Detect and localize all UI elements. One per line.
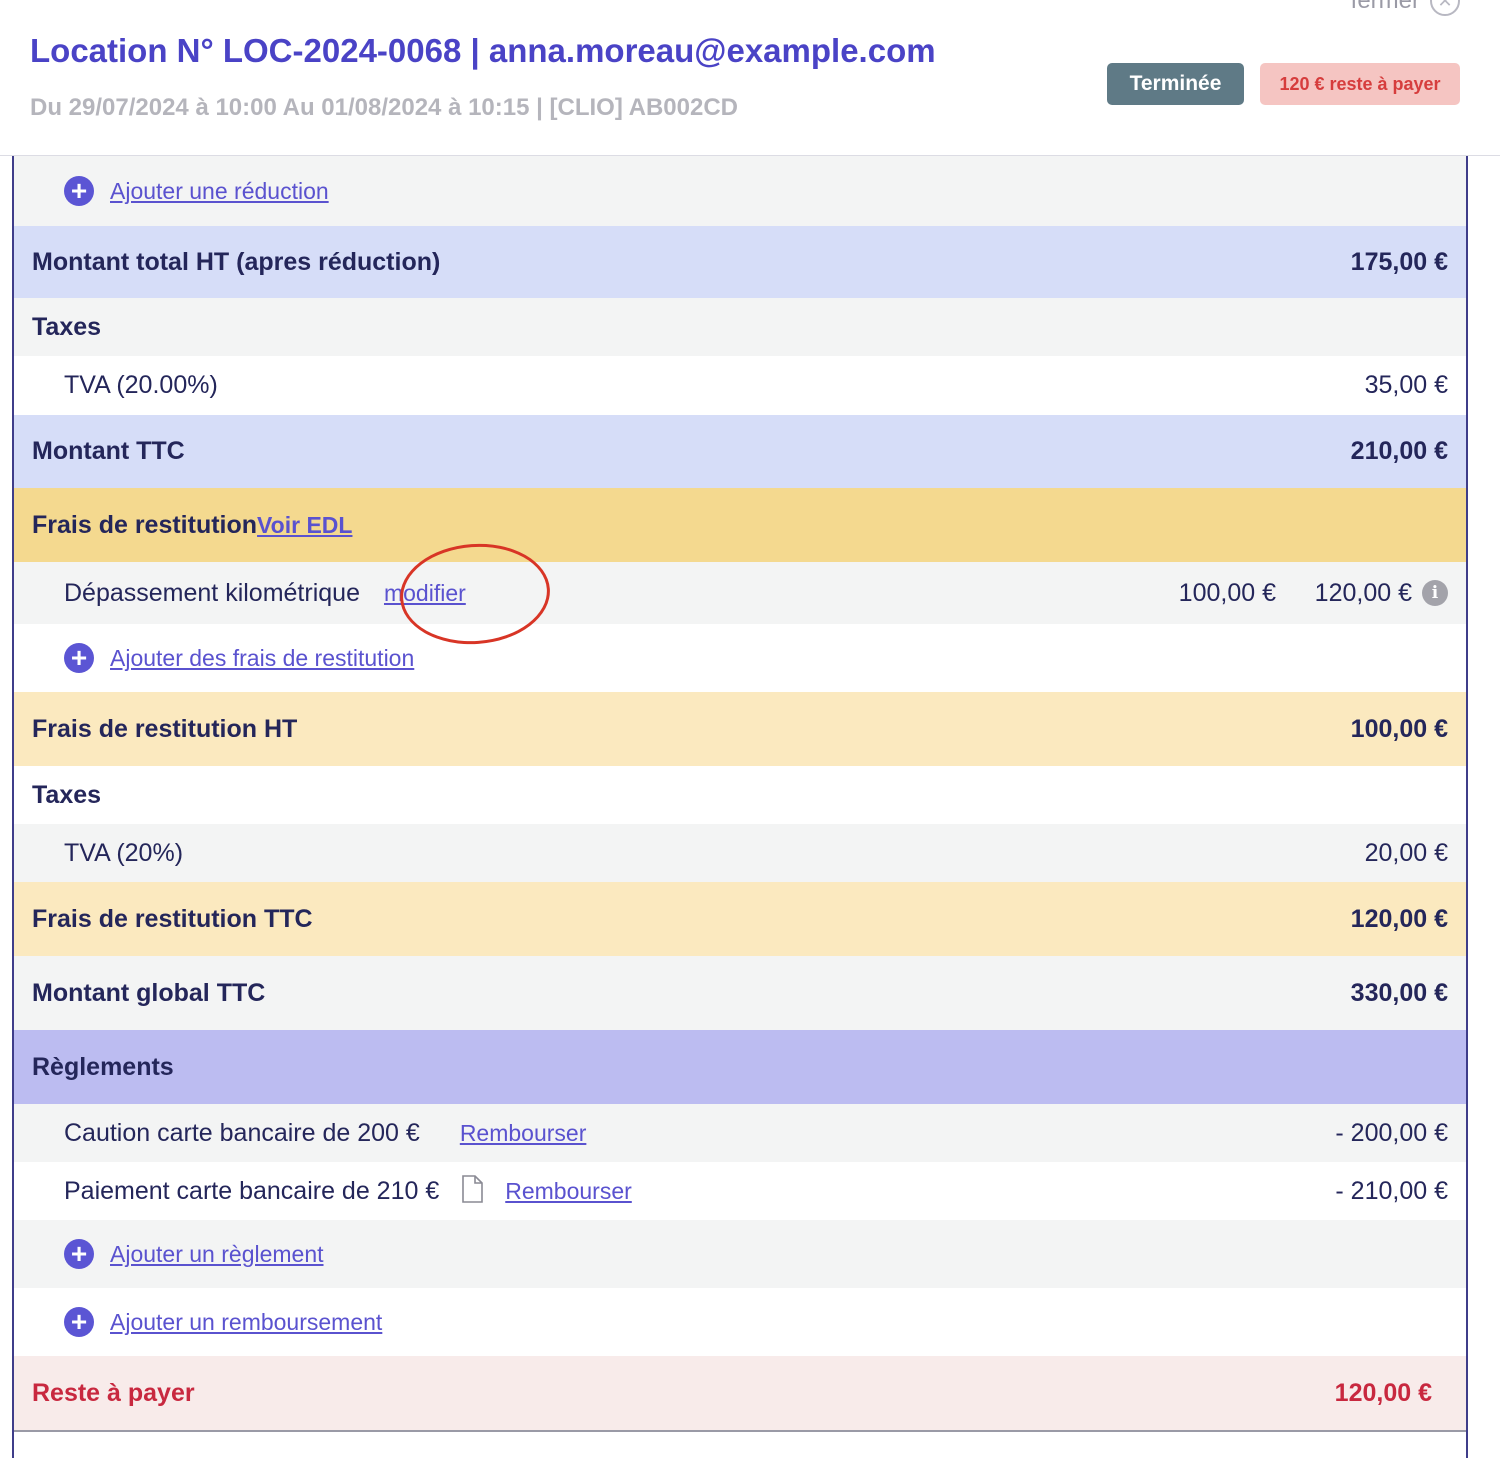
plus-circle-icon[interactable]: + <box>64 1307 94 1337</box>
payment-value: - 210,00 € <box>1335 1176 1448 1205</box>
ttc-label: Montant TTC <box>32 437 185 465</box>
add-refund-link[interactable]: Ajouter un remboursement <box>110 1309 382 1336</box>
global-ttc-value: 330,00 € <box>1350 978 1448 1007</box>
add-discount-row: + Ajouter une réduction <box>14 156 1466 226</box>
close-icon[interactable]: ✕ <box>1430 0 1460 16</box>
divider <box>14 1430 1466 1432</box>
return-ttc-value: 120,00 € <box>1350 904 1448 933</box>
return-ht-value: 100,00 € <box>1350 714 1448 743</box>
tva-label: TVA (20.00%) <box>64 371 218 399</box>
payments-label: Règlements <box>32 1052 174 1081</box>
add-refund-row: + Ajouter un remboursement <box>14 1288 1466 1356</box>
remaining-row: Reste à payer 120,00 € <box>14 1356 1466 1430</box>
payment-label: Paiement carte bancaire de 210 € <box>64 1176 440 1205</box>
page-title: Location N° LOC-2024-0068 | anna.moreau@… <box>30 32 936 69</box>
add-return-fees-row: + Ajouter des frais de restitution <box>14 624 1466 692</box>
invoice-panel: + Ajouter une réduction Montant total HT… <box>12 156 1468 1458</box>
deposit-label: Caution carte bancaire de 200 € <box>64 1118 420 1147</box>
close-button[interactable]: fermer ✕ <box>1351 0 1460 16</box>
deposit-row: Caution carte bancaire de 200 € Rembours… <box>14 1104 1466 1162</box>
remaining-label: Reste à payer <box>32 1378 195 1407</box>
add-payment-row: + Ajouter un règlement <box>14 1220 1466 1288</box>
deposit-refund-link[interactable]: Rembourser <box>460 1120 587 1147</box>
return-ht-row: Frais de restitution HT 100,00 € <box>14 692 1466 766</box>
taxes-header-row: Taxes <box>14 298 1466 356</box>
return-tva-label: TVA (20%) <box>64 838 184 867</box>
payments-header-row: Règlements <box>14 1030 1466 1104</box>
km-ttc-value: 120,00 € <box>1314 578 1412 607</box>
km-ht-value: 100,00 € <box>1178 578 1276 607</box>
add-payment-link[interactable]: Ajouter un règlement <box>110 1241 324 1268</box>
add-return-fees-link[interactable]: Ajouter des frais de restitution <box>110 645 414 672</box>
deposit-value: - 200,00 € <box>1335 1118 1448 1147</box>
view-edl-link[interactable]: Voir EDL <box>257 512 352 539</box>
return-ttc-row: Frais de restitution TTC 120,00 € <box>14 882 1466 956</box>
total-ht-label: Montant total HT (apres réduction) <box>32 247 441 276</box>
return-fees-header-row: Frais de restitution Voir EDL <box>14 488 1466 562</box>
return-ttc-label: Frais de restitution TTC <box>32 904 313 933</box>
km-overage-row: Dépassement kilométrique modifier 100,00… <box>14 562 1466 624</box>
ttc-row: Montant TTC 210,00 € <box>14 415 1466 488</box>
global-ttc-row: Montant global TTC 330,00 € <box>14 956 1466 1030</box>
plus-circle-icon[interactable]: + <box>64 1239 94 1269</box>
total-ht-row: Montant total HT (apres réduction) 175,0… <box>14 226 1466 298</box>
return-ht-label: Frais de restitution HT <box>32 714 298 743</box>
status-badge: Terminée <box>1107 63 1244 105</box>
return-taxes-label: Taxes <box>32 780 102 809</box>
tva-value: 35,00 € <box>1364 371 1448 399</box>
document-icon[interactable] <box>461 1174 484 1208</box>
amount-due-badge: 120 € reste à payer <box>1260 63 1460 105</box>
close-label[interactable]: fermer <box>1351 0 1420 15</box>
return-tva-row: TVA (20%) 20,00 € <box>14 824 1466 882</box>
payment-row: Paiement carte bancaire de 210 € Rembour… <box>14 1162 1466 1220</box>
modal-header: fermer ✕ Location N° LOC-2024-0068 | ann… <box>0 0 1500 156</box>
add-discount-link[interactable]: Ajouter une réduction <box>110 178 329 205</box>
global-ttc-label: Montant global TTC <box>32 978 266 1007</box>
return-taxes-header-row: Taxes <box>14 766 1466 824</box>
return-fees-label: Frais de restitution <box>32 510 258 539</box>
info-icon[interactable]: i <box>1422 580 1448 606</box>
rental-period-subtitle: Du 29/07/2024 à 10:00 Au 01/08/2024 à 10… <box>30 94 738 121</box>
payment-refund-link[interactable]: Rembourser <box>505 1178 632 1205</box>
total-ht-value: 175,00 € <box>1350 247 1448 276</box>
tva-row: TVA (20.00%) 35,00 € <box>14 356 1466 415</box>
plus-circle-icon[interactable]: + <box>64 643 94 673</box>
plus-circle-icon[interactable]: + <box>64 176 94 206</box>
remaining-value: 120,00 € <box>1334 1378 1432 1407</box>
taxes-label: Taxes <box>32 312 102 341</box>
return-tva-value: 20,00 € <box>1364 838 1448 867</box>
ttc-value: 210,00 € <box>1350 437 1448 465</box>
km-overage-label: Dépassement kilométrique <box>64 578 360 607</box>
